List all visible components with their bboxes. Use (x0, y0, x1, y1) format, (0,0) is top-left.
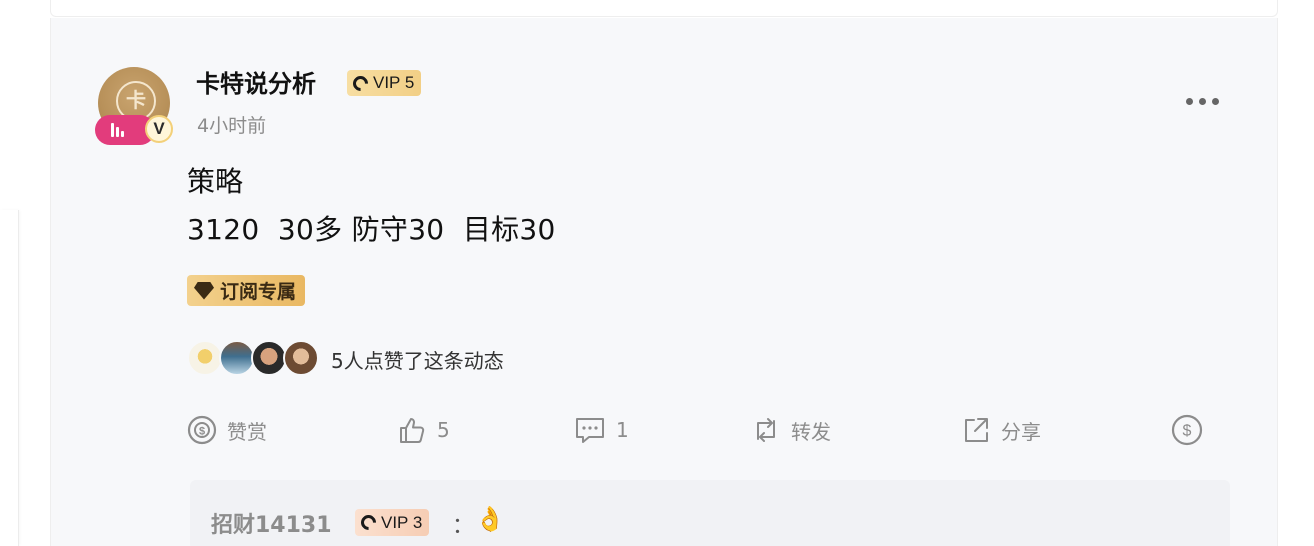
thumbs-up-icon (400, 418, 425, 443)
share-button[interactable]: 分享 (961, 410, 1041, 450)
svg-text:$: $ (1183, 423, 1192, 440)
comment-content: 👌 (475, 505, 505, 533)
vip-level: VIP 5 (373, 73, 415, 92)
post-body: 3120 30多 防守30 目标30 (187, 213, 556, 246)
comment-count: 1 (616, 418, 629, 442)
comment-vip-badge: VIP 3 (355, 509, 430, 536)
diamond-icon (194, 281, 214, 300)
left-card-edge (0, 210, 19, 546)
share-icon (965, 418, 988, 442)
dollar-coin-icon: $ (1171, 414, 1203, 446)
reward-label: 赞赏 (227, 419, 267, 444)
reward-button[interactable]: $ 赞赏 (187, 410, 267, 450)
subscription-tag[interactable]: 订阅专属 (187, 275, 306, 306)
repost-label: 转发 (791, 419, 831, 444)
reward-icon: $ (187, 415, 217, 445)
like-count: 5 (437, 418, 450, 442)
share-label: 分享 (1001, 419, 1041, 444)
repost-icon (757, 418, 775, 442)
post-time: 4小时前 (197, 115, 267, 137)
left-column-edge (0, 0, 20, 546)
comment-preview[interactable] (190, 480, 1230, 546)
vip-icon (357, 511, 380, 534)
repost-button[interactable]: 转发 (751, 410, 831, 450)
subscription-label: 订阅专属 (220, 281, 297, 303)
more-options-icon[interactable] (1186, 98, 1226, 108)
likes-summary[interactable]: 5人点赞了这条动态 (331, 345, 504, 374)
svg-text:$: $ (199, 426, 205, 438)
liker-avatar[interactable] (251, 340, 287, 376)
previous-post-card (50, 0, 1278, 17)
action-bar: $ 赞赏 5 1 转发 分享 $ (0, 410, 1314, 450)
comment-vip-level: VIP 3 (381, 512, 423, 532)
comment-separator: ： (452, 514, 475, 539)
comment-username[interactable]: 招财14131 (211, 507, 332, 539)
author-name[interactable]: 卡特说分析 (196, 68, 316, 100)
comment-icon (576, 418, 604, 443)
feed-page: 卡 V 卡特说分析 VIP 5 4小时前 策略 3120 30多 防守30 目标… (0, 0, 1314, 546)
liker-avatar[interactable] (219, 340, 255, 376)
tip-button[interactable]: $ (1171, 410, 1213, 450)
liker-avatar[interactable] (187, 340, 223, 376)
liker-avatar[interactable] (283, 340, 319, 376)
vip-badge: VIP 5 (347, 70, 422, 96)
like-button[interactable]: 5 (397, 410, 450, 450)
live-bars-icon (111, 123, 129, 137)
verified-badge: V (145, 115, 173, 143)
vip-icon (349, 72, 372, 94)
post-title: 策略 (187, 165, 244, 198)
comment-button[interactable]: 1 (574, 410, 629, 450)
